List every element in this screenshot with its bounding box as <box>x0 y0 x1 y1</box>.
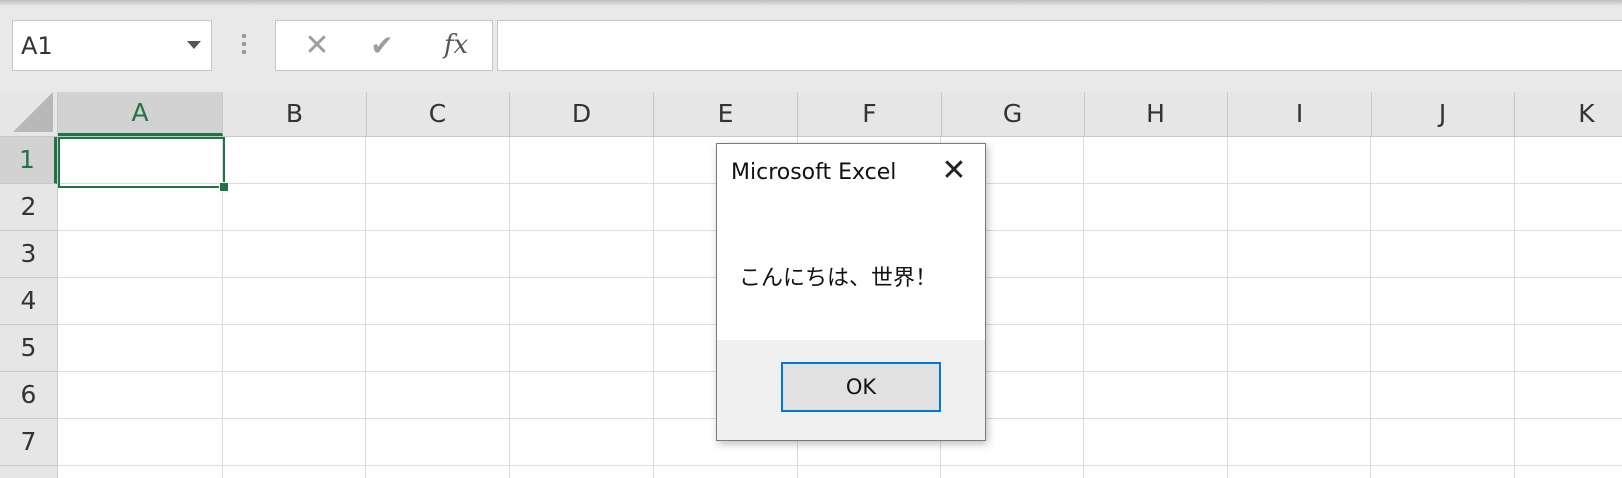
name-box[interactable]: A1 <box>12 20 212 71</box>
gridline-vertical <box>1514 137 1515 478</box>
name-box-value: A1 <box>21 32 53 60</box>
gridline-vertical <box>509 137 510 478</box>
column-header-g[interactable]: G <box>941 92 1085 136</box>
column-header-h[interactable]: H <box>1084 92 1228 136</box>
gridline-vertical <box>365 137 366 478</box>
row-header-4[interactable]: 4 <box>0 278 57 325</box>
insert-function-icon[interactable]: fx <box>436 29 476 61</box>
select-all-triangle-icon <box>13 92 53 132</box>
row-headers: 1234567 <box>0 137 58 478</box>
row-header-2[interactable]: 2 <box>0 184 57 231</box>
column-header-a[interactable]: A <box>58 92 223 136</box>
dialog-message: こんにちは、世界！ <box>739 266 938 291</box>
grip-dots-icon[interactable] <box>242 34 246 58</box>
column-header-c[interactable]: C <box>366 92 510 136</box>
gridline-vertical <box>1370 137 1371 478</box>
gridline-vertical <box>1227 137 1228 478</box>
close-icon[interactable]: ✕ <box>937 154 971 188</box>
column-header-f[interactable]: F <box>798 92 942 136</box>
row-header-7[interactable]: 7 <box>0 419 57 466</box>
gridline-vertical <box>653 137 654 478</box>
dialog-footer: OK <box>717 340 985 440</box>
row-header-1[interactable]: 1 <box>0 137 57 184</box>
column-header-i[interactable]: I <box>1228 92 1372 136</box>
column-headers: ABCDEFGHIJK <box>58 92 1622 137</box>
column-header-b[interactable]: B <box>223 92 367 136</box>
formula-toolbar: A1 ✕ ✔ fx <box>0 0 1622 92</box>
column-header-d[interactable]: D <box>510 92 654 136</box>
enter-check-icon[interactable]: ✔ <box>367 32 397 60</box>
row-header-3[interactable]: 3 <box>0 231 57 278</box>
select-all-button[interactable] <box>0 92 58 137</box>
toolbar-shadow <box>0 0 1622 6</box>
row-header-6[interactable]: 6 <box>0 372 57 419</box>
cancel-icon[interactable]: ✕ <box>302 31 332 61</box>
active-cell-a1[interactable] <box>58 137 225 188</box>
column-header-k[interactable]: K <box>1515 92 1622 136</box>
gridline-horizontal <box>58 465 1622 466</box>
message-box-dialog: Microsoft Excel ✕ こんにちは、世界！ OK <box>716 143 986 441</box>
column-header-e[interactable]: E <box>654 92 798 136</box>
fill-handle[interactable] <box>219 182 229 192</box>
formula-actions: ✕ ✔ fx <box>275 20 493 71</box>
dialog-title: Microsoft Excel <box>731 160 897 185</box>
chevron-down-icon[interactable] <box>187 41 201 49</box>
row-header-5[interactable]: 5 <box>0 325 57 372</box>
column-header-j[interactable]: J <box>1371 92 1515 136</box>
gridline-vertical <box>1083 137 1084 478</box>
ok-button[interactable]: OK <box>781 362 941 412</box>
formula-input[interactable] <box>497 20 1622 71</box>
